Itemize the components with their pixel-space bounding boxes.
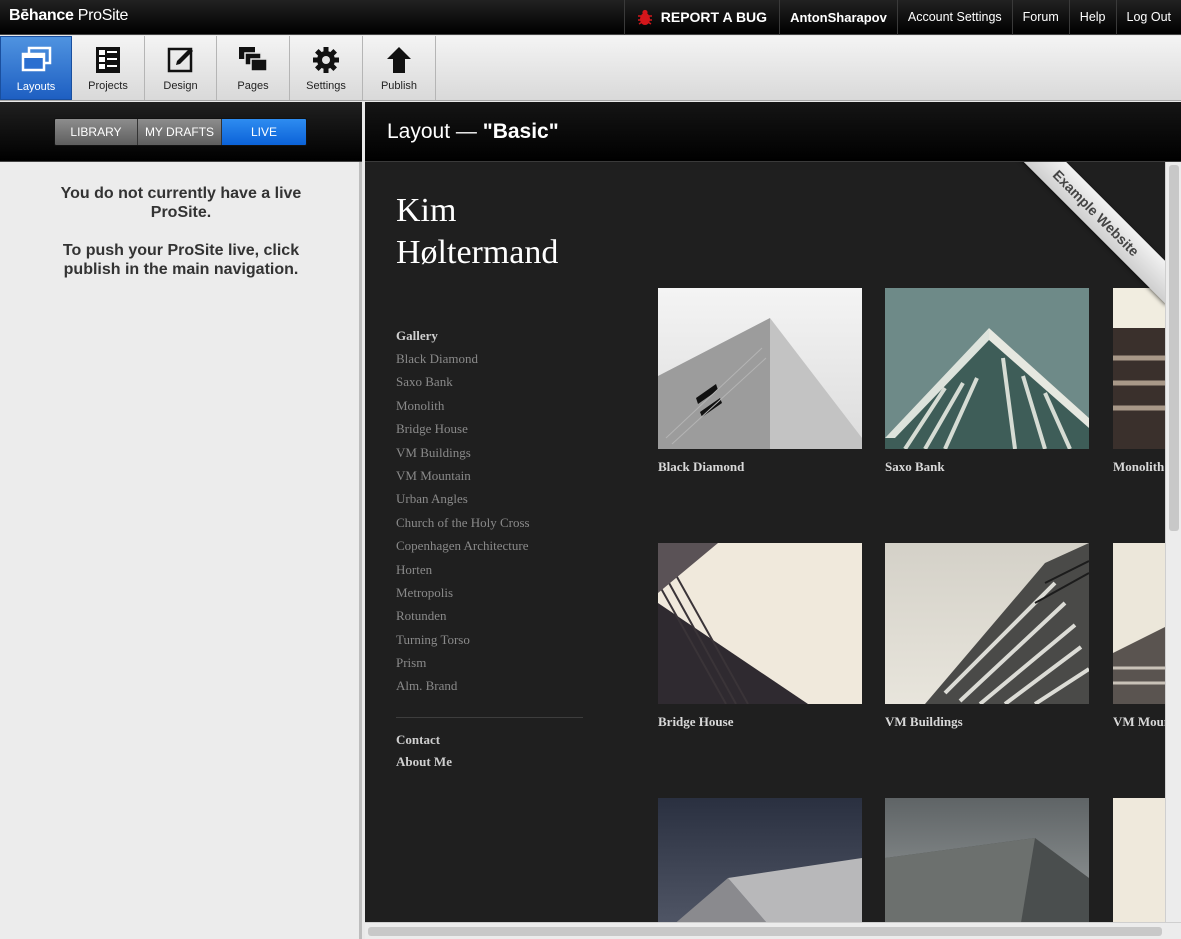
bug-icon bbox=[637, 9, 652, 25]
tool-publish[interactable]: Publish bbox=[363, 36, 436, 100]
site-navigation: Gallery Black Diamond Saxo Bank Monolith Br… bbox=[396, 328, 583, 776]
gallery-tile[interactable] bbox=[1113, 798, 1165, 922]
nav-divider bbox=[396, 716, 583, 718]
scroll-thumb[interactable] bbox=[368, 927, 1162, 936]
nav-link[interactable]: VM Mountain bbox=[396, 467, 583, 490]
project-thumbnail[interactable] bbox=[658, 543, 862, 704]
project-caption[interactable]: Bridge House bbox=[658, 714, 862, 730]
nav-heading-gallery[interactable]: Gallery bbox=[396, 328, 583, 344]
project-caption[interactable]: Saxo Bank bbox=[885, 459, 1089, 475]
account-settings-link[interactable]: Account Settings bbox=[896, 0, 1012, 35]
tab-my-drafts[interactable]: MY DRAFTS bbox=[138, 119, 222, 145]
vertical-scrollbar[interactable] bbox=[1165, 162, 1181, 922]
nav-link[interactable]: Bridge House bbox=[396, 420, 583, 443]
nav-link[interactable]: Monolith bbox=[396, 397, 583, 420]
projects-icon bbox=[96, 47, 120, 73]
project-thumbnail[interactable] bbox=[658, 288, 862, 449]
nav-link[interactable]: Black Diamond bbox=[396, 350, 583, 373]
nav-about-me[interactable]: About Me bbox=[396, 754, 583, 776]
ribbon-label: Example Website bbox=[1005, 162, 1165, 305]
example-website-ribbon: Example Website bbox=[1005, 162, 1165, 322]
layout-title: Layout — "Basic" bbox=[387, 120, 559, 143]
tool-design[interactable]: Design bbox=[145, 36, 217, 100]
nav-link[interactable]: Copenhagen Architecture bbox=[396, 537, 583, 560]
tab-library[interactable]: LIBRARY bbox=[55, 119, 138, 145]
gallery-tile[interactable]: Bridge House bbox=[658, 543, 862, 730]
layout-source-switch: LIBRARY MY DRAFTS LIVE bbox=[54, 118, 307, 146]
project-thumbnail[interactable] bbox=[1113, 798, 1165, 922]
tool-projects[interactable]: Projects bbox=[72, 36, 145, 100]
nav-link[interactable]: Horten bbox=[396, 561, 583, 584]
gallery-tile[interactable]: VM Mountain bbox=[1113, 543, 1165, 730]
project-caption[interactable]: Monolith bbox=[1113, 459, 1165, 475]
top-bar: Bēhance ProSite REPORT A BUG AntonSharap… bbox=[0, 0, 1181, 35]
nav-link[interactable]: Church of the Holy Cross bbox=[396, 514, 583, 537]
project-thumbnail[interactable] bbox=[658, 798, 862, 922]
scroll-thumb[interactable] bbox=[1169, 165, 1179, 531]
left-panel: LIBRARY MY DRAFTS LIVE You do not curren… bbox=[0, 102, 362, 939]
layout-header: Layout — "Basic" bbox=[365, 102, 1181, 162]
tab-live[interactable]: LIVE bbox=[222, 119, 306, 145]
horizontal-scrollbar[interactable] bbox=[365, 922, 1181, 939]
arrow-up-icon bbox=[387, 47, 411, 73]
nav-link[interactable]: Turning Torso bbox=[396, 631, 583, 654]
project-caption[interactable]: VM Buildings bbox=[885, 714, 1089, 730]
help-link[interactable]: Help bbox=[1068, 0, 1116, 35]
forum-link[interactable]: Forum bbox=[1011, 0, 1069, 35]
no-live-message: You do not currently have a live ProSite… bbox=[0, 184, 362, 298]
project-caption[interactable]: VM Mountain bbox=[1113, 714, 1165, 730]
left-panel-header: LIBRARY MY DRAFTS LIVE bbox=[0, 102, 362, 162]
logout-link[interactable]: Log Out bbox=[1115, 0, 1181, 35]
nav-link[interactable]: Prism bbox=[396, 654, 583, 677]
layout-preview-panel: Layout — "Basic" Kim Høltermand Gallery … bbox=[365, 102, 1181, 939]
user-profile-link[interactable]: AntonSharapov bbox=[779, 0, 897, 35]
project-caption[interactable]: Black Diamond bbox=[658, 459, 862, 475]
design-pencil-icon bbox=[167, 47, 193, 73]
nav-link[interactable]: Alm. Brand bbox=[396, 677, 583, 700]
project-thumbnail[interactable] bbox=[1113, 543, 1165, 704]
nav-link[interactable]: Urban Angles bbox=[396, 490, 583, 513]
gallery-tile[interactable]: VM Buildings bbox=[885, 543, 1089, 730]
gallery-tile[interactable] bbox=[885, 798, 1089, 922]
site-owner-name: Kim Høltermand bbox=[396, 192, 559, 271]
main-toolbar: Layouts Projects Design Pages Settings P… bbox=[0, 36, 1181, 101]
brand-logo[interactable]: Bēhance ProSite bbox=[9, 7, 128, 25]
nav-link[interactable]: VM Buildings bbox=[396, 444, 583, 467]
nav-contact[interactable]: Contact bbox=[396, 732, 583, 754]
tool-settings[interactable]: Settings bbox=[290, 36, 363, 100]
nav-link[interactable]: Metropolis bbox=[396, 584, 583, 607]
project-thumbnail[interactable] bbox=[885, 798, 1089, 922]
site-preview: Kim Høltermand Gallery Black Diamond Saxo… bbox=[365, 162, 1165, 922]
nav-link[interactable]: Rotunden bbox=[396, 607, 583, 630]
gallery-tile[interactable] bbox=[658, 798, 862, 922]
report-bug-link[interactable]: REPORT A BUG bbox=[623, 0, 779, 35]
nav-link[interactable]: Saxo Bank bbox=[396, 373, 583, 396]
publish-hint-text: To push your ProSite live, click publish… bbox=[62, 242, 300, 278]
top-nav: REPORT A BUG AntonSharapov Account Setti… bbox=[623, 0, 1181, 35]
no-live-text: You do not currently have a live ProSite… bbox=[60, 185, 302, 221]
gear-icon bbox=[313, 47, 339, 73]
project-thumbnail[interactable] bbox=[885, 543, 1089, 704]
gallery-tile[interactable]: Black Diamond bbox=[658, 288, 862, 475]
layouts-icon bbox=[21, 46, 52, 72]
tool-pages[interactable]: Pages bbox=[217, 36, 290, 100]
tool-layouts[interactable]: Layouts bbox=[0, 36, 72, 100]
pages-icon bbox=[239, 47, 268, 72]
